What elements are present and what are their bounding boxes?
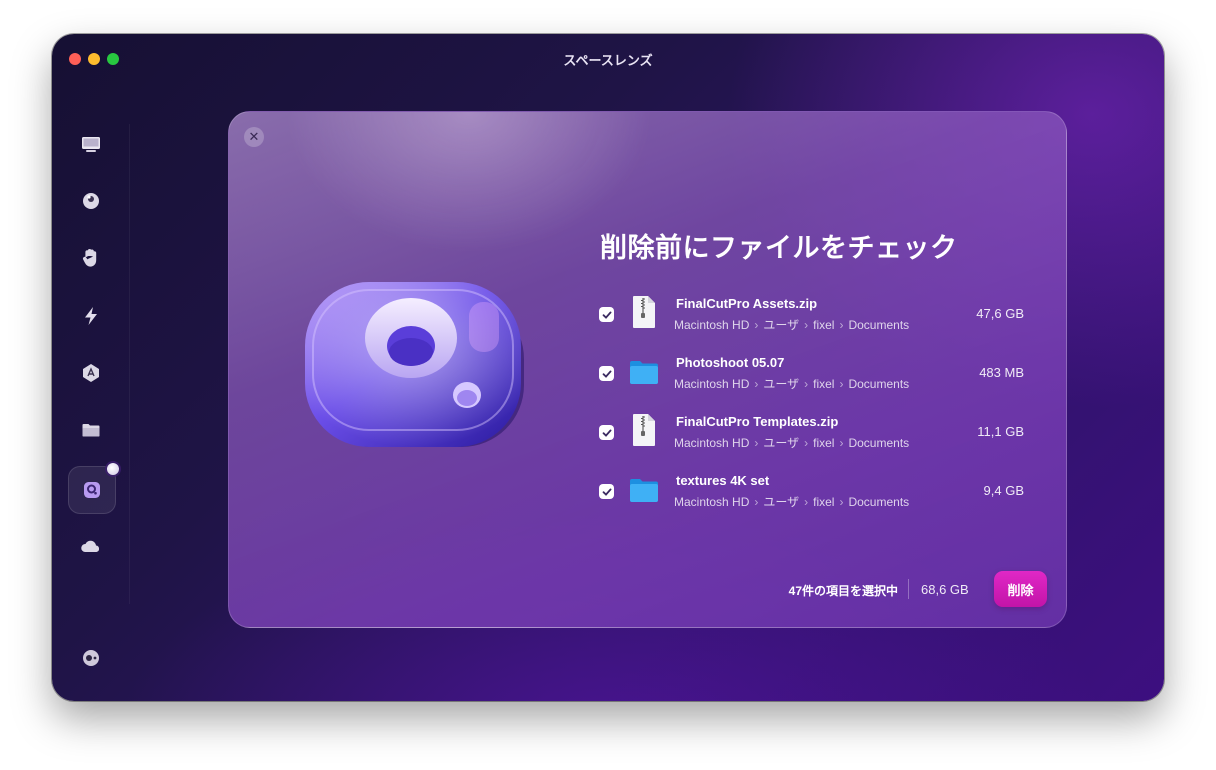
sidebar-item-smart-scan[interactable] — [68, 121, 114, 167]
file-path: Macintosh HD › ユーザ › fixel › Documents — [674, 377, 910, 391]
file-name: textures 4K set — [676, 473, 770, 488]
sidebar-divider — [129, 124, 130, 604]
app-window: スペースレンズ ✕ 削除前にファイルをチェック FinalCutPro Asse… — [52, 34, 1164, 701]
file-size: 483 MB — [979, 365, 1024, 380]
file-checkbox[interactable] — [599, 425, 614, 440]
space-lens-indicator — [107, 463, 119, 475]
lightning-icon — [85, 307, 97, 325]
file-name: FinalCutPro Templates.zip — [676, 414, 839, 429]
sidebar-item-cleanup[interactable] — [68, 178, 114, 224]
footer-divider — [908, 579, 909, 599]
bubble-icon — [83, 193, 99, 209]
list-item[interactable]: FinalCutPro Assets.zip Macintosh HD › ユーザ ›… — [599, 292, 1029, 342]
cloud-icon — [81, 540, 100, 552]
file-checkbox[interactable] — [599, 366, 614, 381]
delete-button[interactable]: 削除 — [994, 571, 1047, 607]
checkmark-icon — [602, 370, 611, 378]
list-item[interactable]: textures 4K set Macintosh HD › ユーザ › fixel › D… — [599, 469, 1029, 519]
close-icon: ✕ — [248, 129, 260, 144]
checkmark-icon — [602, 429, 611, 437]
blue-folder-icon — [630, 361, 658, 384]
sidebar — [52, 34, 130, 701]
selected-total-size: 68,6 GB — [921, 582, 969, 597]
window-title: スペースレンズ — [563, 53, 653, 68]
folder-icon — [82, 424, 100, 437]
sidebar-item-space-lens[interactable] — [68, 463, 119, 514]
space-lens-illustration-icon — [305, 282, 524, 447]
list-item[interactable]: FinalCutPro Templates.zip Macintosh HD › ユ… — [599, 410, 1029, 460]
zip-file-icon — [633, 296, 655, 328]
file-path: Macintosh HD › ユーザ › fixel › Documents — [674, 436, 910, 450]
file-size: 47,6 GB — [976, 306, 1024, 321]
assistant-icon — [83, 650, 99, 666]
blue-folder-icon — [630, 479, 658, 502]
review-panel: ✕ 削除前にファイルをチェック FinalCutPro Assets.zip M… — [228, 111, 1067, 628]
sidebar-item-applications[interactable] — [68, 350, 114, 396]
file-size: 11,1 GB — [977, 424, 1024, 439]
list-item[interactable]: Photoshoot 05.07 Macintosh HD › ユーザ › fixel ›… — [599, 351, 1029, 401]
file-name: Photoshoot 05.07 — [676, 355, 785, 370]
sidebar-item-assistant[interactable] — [68, 635, 114, 681]
space-lens-icon — [84, 482, 100, 498]
file-name: FinalCutPro Assets.zip — [676, 296, 818, 311]
sidebar-item-my-clutter[interactable] — [68, 407, 114, 453]
checkmark-icon — [602, 488, 611, 496]
hand-icon — [82, 249, 97, 267]
file-path: Macintosh HD › ユーザ › fixel › Documents — [674, 318, 910, 332]
checkmark-icon — [602, 311, 611, 319]
sidebar-item-performance[interactable] — [68, 293, 114, 339]
display-icon — [82, 137, 100, 152]
file-checkbox[interactable] — [599, 484, 614, 499]
page-title: 削除前にファイルをチェック — [600, 233, 958, 263]
sidebar-item-cloud-cleanup[interactable] — [68, 524, 114, 570]
close-panel-button[interactable]: ✕ — [244, 127, 264, 147]
file-checkbox[interactable] — [599, 307, 614, 322]
app-store-icon — [83, 364, 99, 382]
file-size: 9,4 GB — [983, 483, 1024, 498]
selected-count: 47件の項目を選択中 — [788, 584, 898, 598]
file-path: Macintosh HD › ユーザ › fixel › Documents — [674, 495, 910, 509]
sidebar-item-protection[interactable] — [68, 235, 114, 281]
zip-file-icon — [633, 414, 655, 446]
